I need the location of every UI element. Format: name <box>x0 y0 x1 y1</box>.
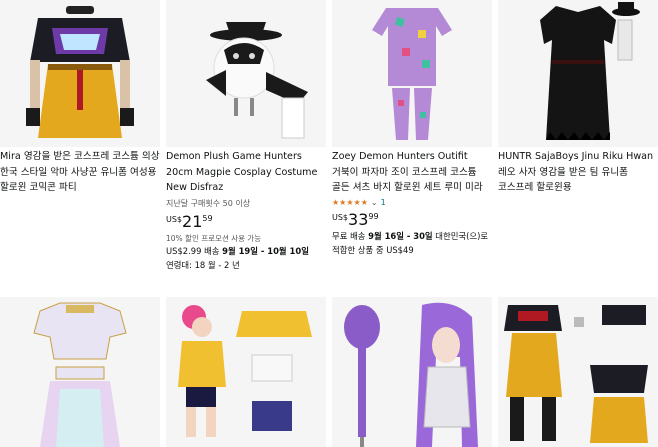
shipping-info-3: 무료 배송 9월 16일 - 30일 대한민국(으)로 적합한 상품 중 US$… <box>332 229 492 257</box>
product-image-3[interactable] <box>332 0 492 147</box>
price-whole: 33 <box>348 209 369 229</box>
product-title-3[interactable]: Zoey Demon Hunters Outifit 거북이 파자마 조이 코스… <box>332 149 492 196</box>
product-image-7[interactable] <box>332 297 492 447</box>
chevron-down-icon[interactable]: ⌄ <box>371 198 378 207</box>
black-robe-costume-image <box>498 0 658 147</box>
product-image-2[interactable] <box>166 0 326 147</box>
age-range: 연령대: 18 월 - 2 년 <box>166 259 240 270</box>
shipping-prefix: 무료 배송 <box>332 230 369 241</box>
product-grid: Mira 영감을 받은 코스프레 코스튬 의상 한국 스타일 악마 사냥꾼 유니… <box>0 0 658 447</box>
costume-image <box>0 0 160 147</box>
rating[interactable]: ★★★★★ ⌄ 1 <box>332 198 492 207</box>
product-price-2: US$ 21 59 <box>166 211 326 231</box>
product-title-1[interactable]: Mira 영감을 받은 코스프레 코스튬 의상 한국 스타일 악마 사냥꾼 유니… <box>0 149 160 196</box>
promo-text: 10% 할인 프로모션 사용 가능 <box>166 233 262 243</box>
costume-set-image <box>498 297 658 447</box>
price-fraction: 59 <box>202 213 213 223</box>
product-image-1[interactable] <box>0 0 160 147</box>
price-currency: US$ <box>332 212 349 222</box>
product-title-4[interactable]: HUNTR SajaBoys Jinu Riku Hwan 레오 사자 영감을 … <box>498 149 658 196</box>
shipping-dates: 9월 16일 - 30일 <box>368 230 433 241</box>
shipping-info-2: US$2.99 배송 9월 19일 - 10월 10일 <box>166 244 326 258</box>
product-image-5[interactable] <box>0 297 160 447</box>
product-image-4[interactable] <box>498 0 658 147</box>
pastel-costume-image <box>0 297 160 447</box>
price-whole: 21 <box>182 211 203 231</box>
shipping-prefix: US$2.99 배송 <box>166 245 223 256</box>
star-rating-icon: ★★★★★ <box>332 197 368 207</box>
price-fraction: 99 <box>368 211 379 221</box>
rating-count[interactable]: 1 <box>381 198 386 207</box>
price-currency: US$ <box>166 214 183 224</box>
pajama-costume-image <box>332 0 492 147</box>
product-image-6[interactable] <box>166 297 326 447</box>
product-image-8[interactable] <box>498 297 658 447</box>
kids-costume-image <box>166 297 326 447</box>
shipping-dates: 9월 19일 - 10월 10일 <box>222 245 309 256</box>
magpie-plush-image <box>166 0 326 147</box>
wig-costume-image <box>332 297 492 447</box>
product-price-3: US$ 33 99 <box>332 209 492 229</box>
product-title-2[interactable]: Demon Plush Game Hunters 20cm Magpie Cos… <box>166 149 326 196</box>
purchase-count: 지난달 구매횟수 50 이상 <box>166 198 251 208</box>
